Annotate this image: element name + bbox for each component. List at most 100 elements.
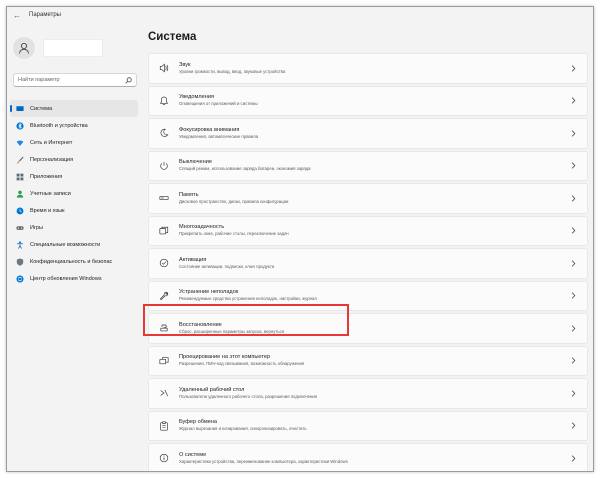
sidebar-item-label: Система [30, 105, 53, 112]
sidebar-nav: Система Bluetooth и устройства Сеть и Инте… [10, 100, 138, 287]
speaker-icon [149, 54, 179, 83]
row-text: Звук Уровни громкости, вывод, ввод, звук… [179, 62, 565, 75]
row-text: Выключение Спящий режим, использование з… [179, 159, 565, 172]
sidebar-item-label: Время и язык [30, 207, 65, 214]
row-subtitle: Прикрепить окна, рабочие столы, переключ… [179, 231, 289, 237]
row-title: Память [179, 191, 199, 198]
power-icon [149, 152, 179, 181]
windows-update-icon [16, 274, 24, 283]
settings-row-storage[interactable]: Память Дисковое пространство, диски, пра… [148, 183, 588, 214]
sidebar-item-globe-clock[interactable]: Время и язык [10, 202, 138, 219]
app-title: Параметры [29, 12, 61, 18]
row-text: Память Дисковое пространство, диски, пра… [179, 192, 565, 205]
sidebar-item-label: Bluetooth и устройства [30, 122, 88, 129]
row-text: Проецирование на этот компьютер Разрешен… [179, 354, 565, 367]
sidebar-item-brush[interactable]: Персонализация [10, 151, 138, 168]
sidebar-item-system-display[interactable]: Система [10, 100, 138, 117]
user-profile[interactable] [13, 37, 103, 59]
chevron-right-icon [565, 97, 581, 104]
sidebar-item-windows-update[interactable]: Центр обновления Windows [10, 270, 138, 287]
system-display-icon [16, 105, 24, 113]
settings-window: ← Параметры Найти параметр Система Blueto… [6, 6, 594, 472]
row-text: Устранение неполадок Рекомендуемые средс… [179, 289, 565, 302]
row-subtitle: Журнал вырезания и копирования, синхрони… [179, 426, 307, 432]
settings-row-projection[interactable]: Проецирование на этот компьютер Разрешен… [148, 345, 588, 376]
remote-desktop-icon [149, 379, 179, 408]
row-subtitle: Уровни громкости, вывод, ввод, звуковые … [179, 68, 286, 74]
sidebar-item-label: Сеть и Интернет [30, 139, 73, 146]
sidebar: Найти параметр Система Bluetooth и устрой… [7, 23, 141, 471]
row-title: Выключение [179, 159, 212, 166]
settings-row-bell[interactable]: Уведомления Оповещения от приложений и с… [148, 85, 588, 116]
row-text: Буфер обмена Журнал вырезания и копирова… [179, 419, 565, 432]
sidebar-item-label: Приложения [30, 173, 63, 180]
sidebar-item-apps[interactable]: Приложения [10, 168, 138, 185]
settings-row-wrench[interactable]: Устранение неполадок Рекомендуемые средс… [148, 280, 588, 311]
chevron-right-icon [565, 227, 581, 234]
row-title: Многозадачность [179, 224, 225, 231]
user-name-box [43, 39, 103, 57]
shield-icon [16, 257, 24, 266]
settings-row-info[interactable]: О системе Характеристики устройства, пер… [148, 443, 588, 471]
wifi-icon [16, 139, 24, 147]
chevron-right-icon [565, 195, 581, 202]
sidebar-item-bluetooth[interactable]: Bluetooth и устройства [10, 117, 138, 134]
chevron-right-icon [565, 260, 581, 267]
moon-icon [149, 119, 179, 148]
page-title: Система [148, 31, 197, 43]
back-button[interactable]: ← [9, 7, 25, 23]
chevron-right-icon [565, 455, 581, 462]
settings-list: Звук Уровни громкости, вывод, ввод, звук… [148, 53, 588, 471]
globe-clock-icon [16, 207, 24, 215]
title-bar: ← Параметры [7, 7, 593, 23]
chevron-right-icon [565, 422, 581, 429]
settings-row-power[interactable]: Выключение Спящий режим, использование з… [148, 150, 588, 181]
sidebar-item-accounts[interactable]: Учетные записи [10, 185, 138, 202]
row-text: Удаленный рабочий стол Пользователи удал… [179, 387, 565, 400]
sidebar-item-accessibility[interactable]: Специальные возможности [10, 236, 138, 253]
row-title: Активация [179, 256, 207, 263]
storage-icon [149, 184, 179, 213]
gamepad-icon [16, 224, 24, 232]
settings-row-speaker[interactable]: Звук Уровни громкости, вывод, ввод, звук… [148, 53, 588, 84]
settings-row-remote-desktop[interactable]: Удаленный рабочий стол Пользователи удал… [148, 378, 588, 409]
row-title: Буфер обмена [179, 419, 218, 426]
chevron-right-icon [565, 325, 581, 332]
chevron-right-icon [565, 162, 581, 169]
row-subtitle: Уведомления, автоматические правила [179, 133, 259, 139]
row-text: Уведомления Оповещения от приложений и с… [179, 94, 565, 107]
row-text: Активация Состояние активации, подписки,… [179, 257, 565, 270]
row-subtitle: Разрешения, ПИН-код связывания, возможно… [179, 361, 305, 367]
sidebar-item-shield[interactable]: Конфиденциальность и безопас [10, 253, 138, 270]
check-circle-icon [149, 249, 179, 278]
row-title: О системе [179, 451, 207, 458]
clipboard-icon [149, 412, 179, 441]
settings-row-multitasking[interactable]: Многозадачность Прикрепить окна, рабочие… [148, 215, 588, 246]
sidebar-item-wifi[interactable]: Сеть и Интернет [10, 134, 138, 151]
sidebar-item-label: Учетные записи [30, 190, 71, 197]
row-subtitle: Спящий режим, использование заряда батар… [179, 166, 311, 172]
settings-row-clipboard[interactable]: Буфер обмена Журнал вырезания и копирова… [148, 410, 588, 441]
row-subtitle: Характеристики устройства, переименовани… [179, 458, 348, 464]
row-text: Фокусировка внимания Уведомления, автома… [179, 127, 565, 140]
accessibility-icon [16, 240, 24, 249]
settings-row-recovery[interactable]: Восстановление Сброс, расширенные параме… [148, 313, 588, 344]
settings-row-check-circle[interactable]: Активация Состояние активации, подписки,… [148, 248, 588, 279]
bell-icon [149, 87, 179, 116]
row-title: Фокусировка внимания [179, 126, 240, 133]
row-text: Многозадачность Прикрепить окна, рабочие… [179, 224, 565, 237]
search-icon[interactable] [124, 76, 132, 84]
recovery-icon [149, 314, 179, 343]
search-input[interactable]: Найти параметр [13, 73, 137, 87]
row-subtitle: Сброс, расширенные параметры запуска, ве… [179, 328, 285, 334]
row-title: Звук [179, 61, 191, 68]
chevron-right-icon [565, 390, 581, 397]
sidebar-item-label: Центр обновления Windows [30, 275, 102, 282]
row-title: Проецирование на этот компьютер [179, 354, 271, 361]
sidebar-item-gamepad[interactable]: Игры [10, 219, 138, 236]
settings-row-moon[interactable]: Фокусировка внимания Уведомления, автома… [148, 118, 588, 149]
row-title: Удаленный рабочий стол [179, 386, 245, 393]
multitasking-icon [149, 217, 179, 246]
brush-icon [16, 156, 24, 164]
apps-icon [16, 173, 24, 181]
